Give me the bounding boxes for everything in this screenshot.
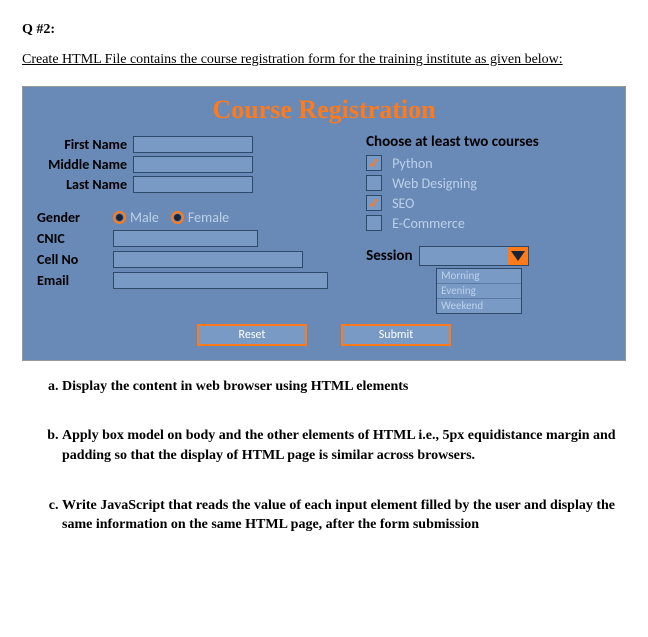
question-number: Q #2: [22,22,626,38]
session-select[interactable] [419,246,529,266]
subquestion-c: Write JavaScript that reads the value of… [62,496,626,535]
course-python-checkbox[interactable]: ✓ [366,155,382,171]
subquestion-b: Apply box model on body and the other el… [62,426,626,465]
course-seo-checkbox[interactable]: ✓ [366,195,382,211]
session-dropdown-list[interactable]: Morning Evening Weekend [436,268,522,314]
course-python-label: Python [392,155,433,172]
first-name-label: First Name [37,136,133,153]
cell-input[interactable] [113,251,303,268]
subquestion-a: Display the content in web browser using… [62,377,626,397]
course-seo-label: SEO [392,195,414,212]
email-label: Email [37,272,113,289]
chevron-down-icon[interactable] [508,247,528,265]
session-option-weekend[interactable]: Weekend [437,299,521,313]
gender-male-radio[interactable] [113,211,126,224]
middle-name-label: Middle Name [37,156,133,173]
cell-label: Cell No [37,251,113,268]
first-name-input[interactable] [133,136,253,153]
course-webdesign-label: Web Designing [392,175,477,192]
form-title: Course Registration [23,95,625,125]
cnic-label: CNIC [37,230,113,247]
course-ecommerce-label: E-Commerce [392,215,465,232]
question-prompt: Create HTML File contains the course reg… [22,48,626,72]
gender-female-option[interactable]: Female [188,209,229,226]
email-input[interactable] [113,272,328,289]
submit-button[interactable]: Submit [341,324,451,346]
courses-heading: Choose at least two courses [366,133,625,151]
session-label: Session [366,247,412,265]
gender-female-radio[interactable] [171,211,184,224]
middle-name-input[interactable] [133,156,253,173]
session-option-evening[interactable]: Evening [437,284,521,299]
reset-button[interactable]: Reset [197,324,307,346]
last-name-input[interactable] [133,176,253,193]
course-webdesign-checkbox[interactable] [366,175,382,191]
registration-form-panel: Course Registration First Name Middle Na… [22,86,626,361]
gender-male-option[interactable]: Male [130,209,159,226]
session-option-morning[interactable]: Morning [437,269,521,284]
course-ecommerce-checkbox[interactable] [366,215,382,231]
last-name-label: Last Name [37,176,133,193]
gender-label: Gender [37,209,113,226]
cnic-input[interactable] [113,230,258,247]
